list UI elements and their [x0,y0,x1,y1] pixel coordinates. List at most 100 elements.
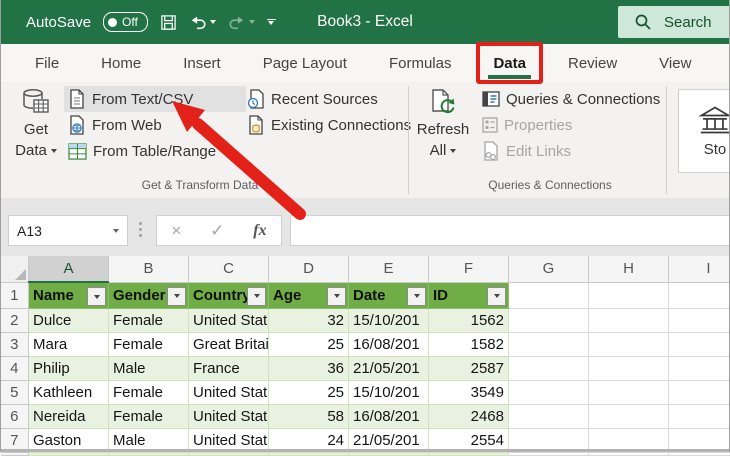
cell[interactable] [509,282,589,308]
cell[interactable] [509,404,589,428]
cell[interactable]: 3549 [429,380,509,404]
tab-file[interactable]: File [14,44,80,82]
column-header-d[interactable]: D [269,256,349,282]
cell[interactable]: United Stat [189,404,269,428]
properties-button[interactable]: Properties [478,112,626,138]
cell[interactable] [669,356,730,380]
row-header-6[interactable]: 6 [1,404,29,428]
tab-formulas[interactable]: Formulas [368,44,473,82]
cell[interactable]: 2468 [429,404,509,428]
cell[interactable] [589,308,669,332]
tab-home[interactable]: Home [80,44,162,82]
row-header-2[interactable]: 2 [1,308,29,332]
cell[interactable]: 25 [269,332,349,356]
cell[interactable] [509,332,589,356]
filter-button-date[interactable] [407,287,426,306]
tab-review[interactable]: Review [547,44,638,82]
cell[interactable]: Female [109,380,189,404]
row-header-3[interactable]: 3 [1,332,29,356]
tab-page-layout[interactable]: Page Layout [242,44,368,82]
cell[interactable]: Great Britai [189,332,269,356]
select-all-button[interactable] [1,256,29,282]
cell[interactable]: Dulce [29,308,109,332]
queries-connections-button[interactable]: Queries & Connections [478,86,670,112]
column-header-f[interactable]: F [429,256,509,282]
autosave-toggle[interactable]: Off [103,12,148,32]
save-button[interactable] [160,14,177,31]
recent-sources-button[interactable]: Recent Sources [243,86,411,112]
cell[interactable] [669,404,730,428]
filter-button-name[interactable] [87,287,106,306]
cell[interactable] [589,282,669,308]
customize-toolbar-button[interactable] [267,19,276,26]
get-data-button[interactable]: Get Data [8,87,64,161]
tab-developer[interactable]: Developer [712,44,730,82]
insert-function-button[interactable]: fx [253,222,266,240]
cell[interactable]: 58 [269,404,349,428]
column-header-b[interactable]: B [109,256,189,282]
cell[interactable]: 1582 [429,332,509,356]
cell[interactable] [589,332,669,356]
search-box[interactable]: Search [618,6,730,38]
column-header-g[interactable]: G [509,256,589,282]
row-header-5[interactable]: 5 [1,380,29,404]
cell[interactable] [669,308,730,332]
enter-button[interactable]: ✓ [210,221,224,241]
undo-button[interactable] [189,13,216,31]
cell[interactable] [589,404,669,428]
cell[interactable]: Female [109,332,189,356]
existing-connections-button[interactable]: Existing Connections [243,112,411,138]
cell[interactable]: 21/05/201 [349,356,429,380]
cell[interactable]: United Stat [189,380,269,404]
column-header-a[interactable]: A [29,256,109,282]
from-web-button[interactable]: From Web [64,112,246,138]
formula-bar-splitter[interactable] [139,222,142,237]
name-box[interactable]: A13 [8,215,128,246]
filter-button-gender[interactable] [167,287,186,306]
cell[interactable]: Kathleen [29,380,109,404]
cell[interactable] [509,356,589,380]
cell[interactable]: 15/10/201 [349,308,429,332]
tab-view[interactable]: View [638,44,712,82]
header-cell-age[interactable]: Age [269,282,349,308]
cell[interactable] [669,332,730,356]
cell[interactable]: 16/08/201 [349,332,429,356]
tab-insert[interactable]: Insert [162,44,242,82]
row-header-1[interactable]: 1 [1,282,29,308]
header-cell-country[interactable]: Country [189,282,269,308]
cell[interactable]: Female [109,308,189,332]
cancel-button[interactable]: × [171,221,181,241]
redo-button[interactable] [228,13,255,31]
cell[interactable] [509,380,589,404]
tab-data[interactable]: Data [472,44,547,82]
cell[interactable]: 1562 [429,308,509,332]
column-header-h[interactable]: H [589,256,669,282]
row-header-4[interactable]: 4 [1,356,29,380]
cell[interactable]: Philip [29,356,109,380]
cell[interactable] [669,282,730,308]
header-cell-date[interactable]: Date [349,282,429,308]
filter-button-id[interactable] [487,287,506,306]
cell[interactable]: 25 [269,380,349,404]
cell[interactable]: Male [109,356,189,380]
header-cell-name[interactable]: Name [29,282,109,308]
cell[interactable]: 16/08/201 [349,404,429,428]
header-cell-gender[interactable]: Gender [109,282,189,308]
column-header-i[interactable]: I [669,256,730,282]
stocks-data-type-button[interactable]: Sto [678,89,730,173]
cell[interactable] [589,380,669,404]
cell[interactable]: 32 [269,308,349,332]
filter-button-age[interactable] [327,287,346,306]
cell[interactable] [669,380,730,404]
cell[interactable]: 36 [269,356,349,380]
column-header-e[interactable]: E [349,256,429,282]
cell[interactable]: Mara [29,332,109,356]
cell[interactable]: 15/10/201 [349,380,429,404]
cell[interactable] [589,356,669,380]
cell[interactable]: Female [109,404,189,428]
cell[interactable]: Nereida [29,404,109,428]
refresh-all-button[interactable]: Refresh All [413,87,473,161]
formula-input[interactable] [290,215,730,246]
from-text-csv-button[interactable]: From Text/CSV [64,86,246,112]
filter-button-country[interactable] [247,287,266,306]
